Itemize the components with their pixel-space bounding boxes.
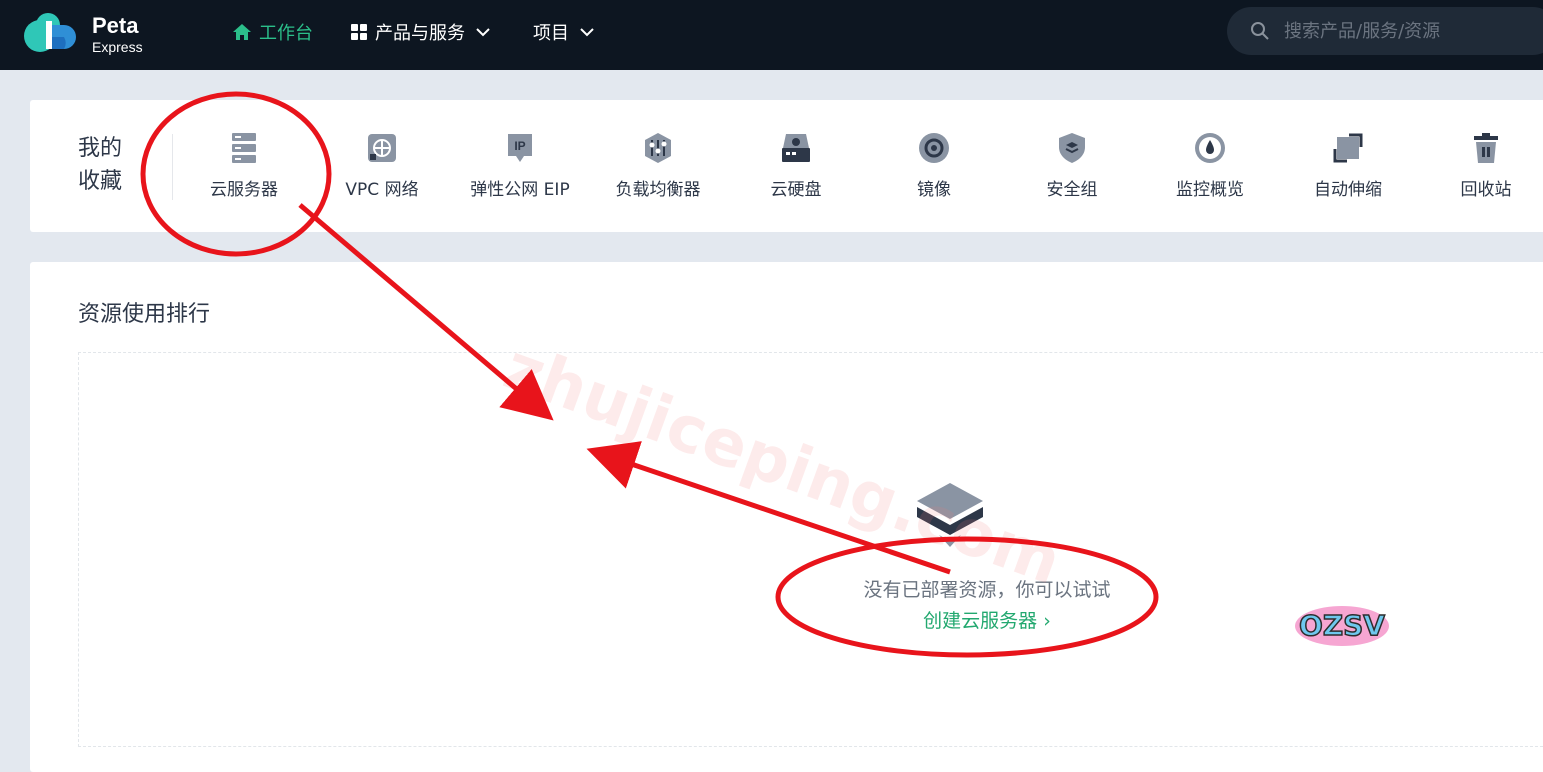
empty-box-icon [917,483,983,547]
chevron-down-icon [580,28,594,37]
nav-products-services[interactable]: 产品与服务 [350,18,491,46]
brand-name: Peta [92,12,139,38]
sticker-text: OZSV [1299,609,1385,642]
favorites-divider [172,134,173,200]
favorite-label: VPC 网络 [345,180,419,200]
favorite-elastic-ip[interactable]: IP 弹性公网 EIP [451,128,589,208]
favorite-label: 自动伸缩 [1314,180,1382,200]
brand-logo-icon [24,13,76,52]
favorite-label: 镜像 [917,180,951,200]
ip-icon: IP [508,134,532,162]
favorite-recycle-bin[interactable]: 回收站 [1417,128,1543,208]
favorite-label: 安全组 [1046,180,1098,200]
favorite-monitoring[interactable]: 监控概览 [1141,128,1279,208]
nav-products-label: 产品与服务 [375,23,465,44]
nav-projects[interactable]: 项目 [533,18,595,46]
favorite-load-balancer[interactable]: 负载均衡器 [589,128,727,208]
favorite-label: 回收站 [1460,180,1512,200]
trash-icon [1474,133,1498,163]
favorite-label: 负载均衡器 [615,180,701,200]
favorite-vpc-network[interactable]: VPC 网络 [313,128,451,208]
scale-icon [1333,133,1363,163]
global-search[interactable] [1227,7,1543,55]
gauge-icon [1195,133,1225,163]
favorite-cloud-disk[interactable]: 云硬盘 [727,128,865,208]
search-icon [1251,22,1269,40]
favorite-label: 云服务器 [210,180,278,200]
favorite-label: 云硬盘 [770,180,822,200]
nav-workbench-label: 工作台 [259,23,313,44]
favorite-image[interactable]: 镜像 [865,128,1003,208]
favorite-label: 弹性公网 EIP [470,180,570,200]
resource-usage-title: 资源使用排行 [78,302,211,327]
nav-projects-label: 项目 [533,23,569,44]
brand-logo[interactable]: Peta Express [22,9,152,59]
favorite-label: 监控概览 [1176,180,1244,200]
favorites-card: 我的收藏 云服务器 VPC 网络 IP 弹性公网 EIP 负载均衡器 云硬盘 镜… [30,100,1543,232]
favorite-security-group[interactable]: 安全组 [1003,128,1141,208]
nav-workbench[interactable]: 工作台 [232,18,313,46]
chevron-down-icon [476,28,490,37]
svg-text:IP: IP [514,139,525,153]
grid-icon [351,24,367,40]
ozsv-sticker-icon: OZSV [1295,606,1389,646]
image-icon [919,133,949,163]
resource-usage-card: 资源使用排行 没有已部署资源，你可以试试 创建云服务器 › OZSV [30,262,1543,772]
favorites-title: 我的收藏 [78,136,123,194]
favorite-cloud-server[interactable]: 云服务器 [175,128,313,208]
shield-icon [1059,133,1085,163]
empty-state-text: 没有已部署资源，你可以试试 [863,579,1111,601]
brand-subname: Express [92,38,143,55]
search-input[interactable] [1282,19,1543,43]
favorite-auto-scaling[interactable]: 自动伸缩 [1279,128,1417,208]
network-icon [368,134,396,162]
top-navigation-bar: Peta Express 工作台 产品与服务 项目 [0,0,1543,70]
home-icon [233,24,251,40]
load-balancer-icon [645,133,671,163]
resource-usage-area: 没有已部署资源，你可以试试 创建云服务器 › OZSV [78,352,1543,747]
disk-icon [782,134,810,162]
server-icon [232,133,256,163]
create-cloud-server-link[interactable]: 创建云服务器 › [787,606,1187,633]
